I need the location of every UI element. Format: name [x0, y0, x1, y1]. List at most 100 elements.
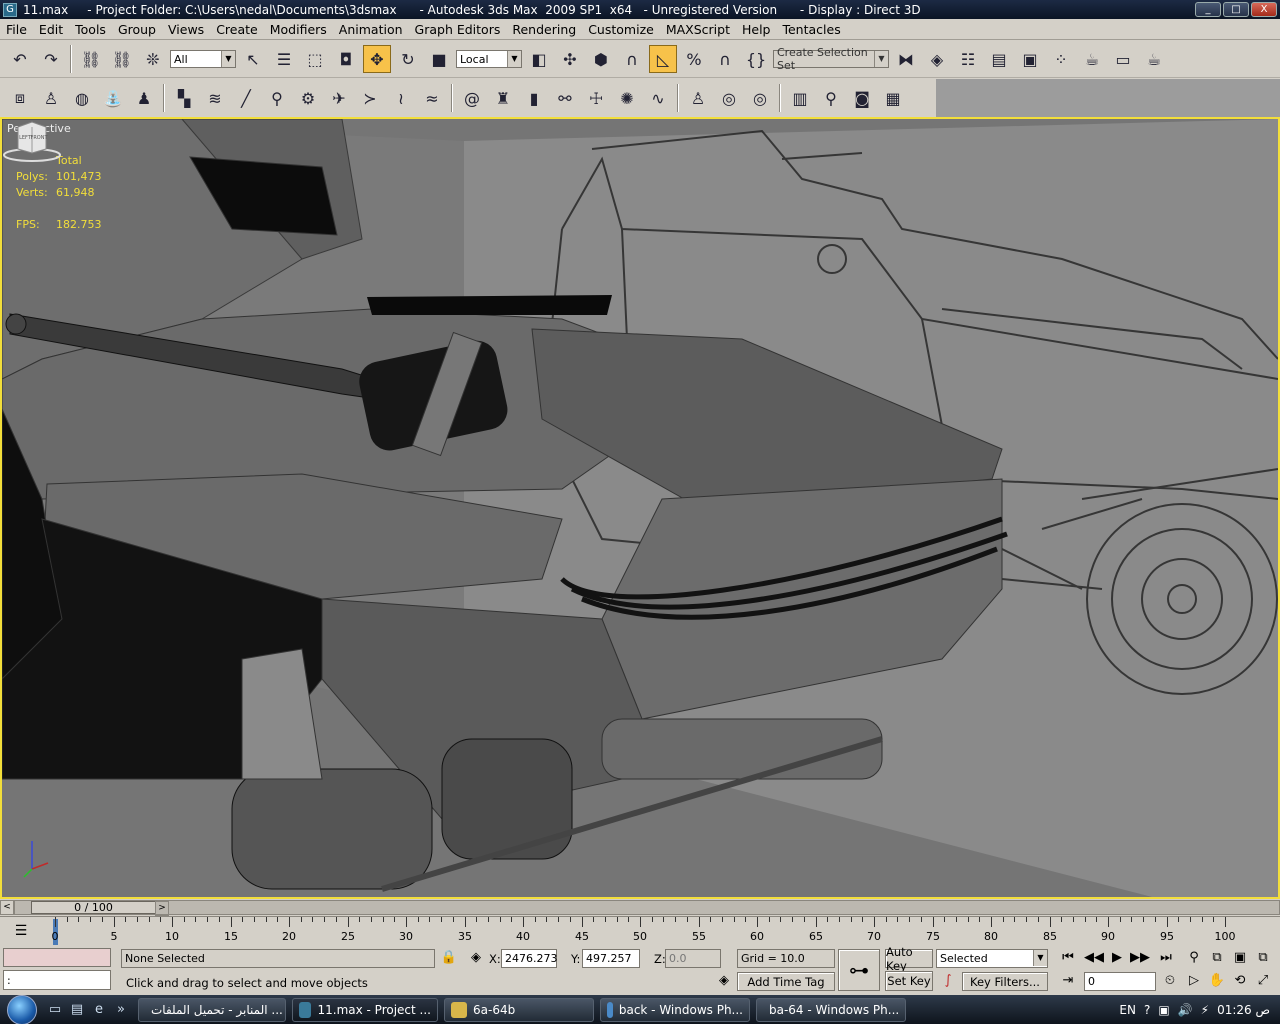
taskbar-item-3dsmax[interactable]: 11.max - Project ... [292, 997, 438, 1022]
track-bar[interactable]: ☰ 0 5 10 15 20 25 30 35 40 45 50 55 60 65 70 75 80 85 90 95… [0, 916, 1280, 946]
time-tag-icon[interactable]: ◈ [714, 972, 734, 990]
menu-tentacles[interactable]: Tentacles [776, 22, 846, 37]
quick-launch-more-icon[interactable]: » [110, 999, 132, 1021]
taskbar-item-photo-viewer-back[interactable]: back - Windows Ph... [600, 997, 750, 1022]
bones-icon[interactable]: ⚯ [551, 84, 579, 112]
next-frame-icon[interactable]: ▶▶ [1130, 949, 1150, 967]
select-and-manipulate-icon[interactable]: ✣ [556, 45, 584, 73]
taskbar-item-folder[interactable]: 6a-64b [444, 997, 594, 1022]
skeleton-icon[interactable]: ☩ [582, 84, 610, 112]
zoom-all-icon[interactable]: ⧉ [1207, 949, 1227, 967]
align-icon[interactable]: ◈ [923, 45, 951, 73]
curve-editor-icon[interactable]: ▣ [1016, 45, 1044, 73]
wave-icon[interactable]: ≈ [418, 84, 446, 112]
close-button[interactable]: X [1251, 2, 1277, 17]
film-strip-icon[interactable]: ▦ [879, 84, 907, 112]
keyboard-shortcut-override-icon[interactable]: ⬢ [587, 45, 615, 73]
go-to-end-icon[interactable]: ⏭ [1156, 949, 1176, 967]
language-indicator[interactable]: EN [1119, 1003, 1136, 1017]
quick-render-icon[interactable]: ☕ [1140, 45, 1168, 73]
maximize-button[interactable]: □ [1223, 2, 1249, 17]
zoom-extents-icon[interactable]: ▣ [1230, 949, 1250, 967]
time-slider-thumb[interactable]: 0 / 100 [31, 901, 156, 914]
key-mode-dropdown[interactable]: Selected ▼ [936, 949, 1048, 968]
menu-customize[interactable]: Customize [582, 22, 660, 37]
field-of-view-icon[interactable]: ▷ [1184, 972, 1204, 990]
menu-tools[interactable]: Tools [69, 22, 112, 37]
taskbar-item-browser[interactable]: المنابر - تحميل الملفات ... [138, 997, 286, 1022]
named-selection-set-dropdown[interactable]: Create Selection Set ▼ [773, 46, 889, 72]
viewcube-icon[interactable]: LEFT FRONT [2, 119, 62, 163]
tangent-type-icon[interactable]: ∫ [938, 972, 958, 990]
undo-icon[interactable]: ↶ [6, 45, 34, 73]
absolute-mode-icon[interactable]: ◈ [466, 949, 486, 967]
pan-view-icon[interactable]: ✋ [1207, 972, 1227, 990]
hair-icon[interactable]: ≀ [387, 84, 415, 112]
camera-icon[interactable]: ◙ [848, 84, 876, 112]
key-mode-toggle-icon[interactable]: ⇥ [1058, 972, 1078, 990]
internet-explorer-icon[interactable]: e [88, 999, 110, 1021]
minimize-button[interactable]: _ [1195, 2, 1221, 17]
clock[interactable]: 01:26 ص [1217, 1003, 1270, 1017]
menu-rendering[interactable]: Rendering [506, 22, 582, 37]
start-button[interactable] [0, 994, 44, 1024]
snaps-toggle-icon[interactable]: ∩ [618, 45, 646, 73]
rectangular-selection-icon[interactable]: ⬚ [301, 45, 329, 73]
zoom-extents-all-icon[interactable]: ⧉ [1253, 949, 1273, 967]
go-to-start-icon[interactable]: ⏮ [1058, 949, 1078, 967]
graphite-ribbon-icon[interactable]: ▤ [985, 45, 1013, 73]
select-and-scale-icon[interactable]: ■ [425, 45, 453, 73]
spiral-icon[interactable]: @ [458, 84, 486, 112]
menu-create[interactable]: Create [210, 22, 264, 37]
bind-to-space-warp-icon[interactable]: ❊ [139, 45, 167, 73]
time-configuration-icon[interactable]: ⏲ [1160, 972, 1180, 990]
magnifier-tool-icon[interactable]: ⚲ [263, 84, 291, 112]
time-slider-track[interactable]: 0 / 100 > [14, 900, 1280, 916]
mirror-icon[interactable]: ⧓ [892, 45, 920, 73]
auto-key-button[interactable]: Auto Key [885, 945, 933, 973]
cylinder-icon[interactable]: ▮ [520, 84, 548, 112]
zoom-icon[interactable]: ⚲ [1184, 949, 1204, 967]
unlink-selection-icon[interactable]: ⛓ [108, 45, 136, 73]
plane-icon[interactable]: ✈ [325, 84, 353, 112]
menu-maxscript[interactable]: MAXScript [660, 22, 736, 37]
layer-manager-icon[interactable]: ☷ [954, 45, 982, 73]
time-slider-next-button[interactable]: > [155, 901, 169, 916]
wheel-icon[interactable]: ✺ [613, 84, 641, 112]
menu-animation[interactable]: Animation [333, 22, 409, 37]
previous-frame-icon[interactable]: ◀◀ [1084, 949, 1104, 967]
reference-coordinate-dropdown[interactable]: Local ▼ [456, 50, 522, 68]
default-in-out-tangents-icon[interactable]: ⊶ [838, 949, 880, 991]
select-and-rotate-icon[interactable]: ↻ [394, 45, 422, 73]
script-listener-icon[interactable]: ▥ [786, 84, 814, 112]
biped-icon[interactable]: ♜ [489, 84, 517, 112]
select-and-link-icon[interactable]: ⛓ [77, 45, 105, 73]
select-object-icon[interactable]: ↖ [239, 45, 267, 73]
menu-edit[interactable]: Edit [33, 22, 69, 37]
menu-file[interactable]: File [0, 22, 33, 37]
play-icon[interactable]: ▶ [1107, 949, 1127, 967]
redo-icon[interactable]: ↷ [37, 45, 65, 73]
selection-filter-dropdown[interactable]: All ▼ [170, 50, 236, 68]
select-and-move-icon[interactable]: ✥ [363, 45, 391, 73]
maximize-viewport-icon[interactable]: ⤢ [1253, 972, 1273, 990]
spinner-snap-icon[interactable]: ∩ [711, 45, 739, 73]
power-icon[interactable]: ⚡ [1201, 1003, 1209, 1017]
zoom-tool-icon[interactable]: ⚲ [817, 84, 845, 112]
modeling-tools-icon[interactable]: ⧈ [6, 84, 34, 112]
switch-windows-icon[interactable]: ▤ [66, 999, 88, 1021]
perspective-viewport[interactable]: Perspective Total Polys:101,473 Verts:61… [0, 117, 1280, 899]
pivot-center-icon[interactable]: ◧ [525, 45, 553, 73]
frame-ruler[interactable]: 0 5 10 15 20 25 30 35 40 45 50 55 60 65 70 75 80 85 90 95 10… [52, 917, 1236, 947]
show-desktop-icon[interactable]: ▭ [44, 999, 66, 1021]
x-coordinate-field[interactable]: 2476.273 [501, 949, 558, 968]
percent-snap-icon[interactable]: % [680, 45, 708, 73]
gear-icon[interactable]: ⚙ [294, 84, 322, 112]
render-setup-icon[interactable]: ☕ [1078, 45, 1106, 73]
time-slider[interactable]: < 0 / 100 > [0, 899, 1280, 916]
angle-snap-icon[interactable]: ◺ [649, 45, 677, 73]
tshirt-icon[interactable]: ♙ [684, 84, 712, 112]
rendered-frame-window-icon[interactable]: ▭ [1109, 45, 1137, 73]
select-by-name-icon[interactable]: ☰ [270, 45, 298, 73]
spring-icon[interactable]: ◎ [715, 84, 743, 112]
